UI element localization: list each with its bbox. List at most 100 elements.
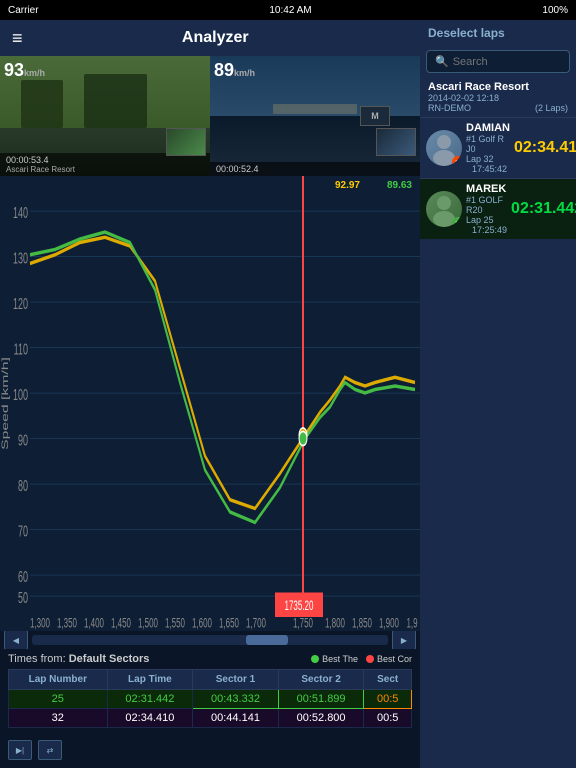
cell-lap-32: 32 bbox=[9, 709, 108, 728]
svg-text:110: 110 bbox=[14, 340, 28, 358]
svg-text:1,850: 1,850 bbox=[352, 616, 372, 631]
video-left[interactable]: 93km/h 00:00:53.4 Ascari Race Resort bbox=[0, 56, 210, 176]
times-from-label: Times from: bbox=[8, 653, 66, 665]
svg-text:120: 120 bbox=[13, 294, 28, 312]
cell-s3-25: 00:5 bbox=[364, 690, 412, 709]
scrollbar-area[interactable]: ◀ ▶ bbox=[0, 631, 420, 649]
sector-area: Times from: Default Sectors Best The Bes… bbox=[0, 649, 420, 732]
search-box[interactable]: 🔍 bbox=[426, 50, 570, 73]
svg-text:1,900: 1,900 bbox=[379, 616, 399, 631]
brand-logo: M bbox=[360, 106, 390, 126]
play-badge-damian: ▶ bbox=[452, 156, 462, 166]
svg-text:1,350: 1,350 bbox=[57, 616, 77, 631]
driver-detail2-damian: Lap 32 17:45:42 bbox=[466, 154, 510, 174]
col-lap: Lap Number bbox=[9, 670, 108, 690]
col-s2: Sector 2 bbox=[278, 670, 364, 690]
chart-area[interactable]: 92.97 89.63 140 130 120 11 bbox=[0, 176, 420, 631]
sync-btn[interactable]: ⇄ bbox=[38, 740, 62, 760]
cell-laptime-32: 02:34.410 bbox=[107, 709, 193, 728]
legend-best: Best The bbox=[311, 654, 358, 664]
svg-text:1,700: 1,700 bbox=[246, 616, 266, 631]
video-right-lap: 00:00:52.4 bbox=[216, 164, 259, 174]
deselect-laps-label[interactable]: Deselect laps bbox=[420, 20, 576, 46]
svg-text:1,550: 1,550 bbox=[165, 616, 185, 631]
search-input[interactable] bbox=[453, 56, 561, 68]
track-laps: (2 Laps) bbox=[535, 103, 568, 113]
driver-detail1-damian: #1 Golf R J0 bbox=[466, 134, 510, 154]
svg-text:Speed [km/h]: Speed [km/h] bbox=[0, 357, 10, 450]
svg-text:1,500: 1,500 bbox=[138, 616, 158, 631]
svg-text:140: 140 bbox=[13, 203, 28, 221]
avatar-marek: ▶ bbox=[426, 191, 462, 227]
video-right-speed: 89km/h bbox=[214, 60, 255, 81]
play-btn[interactable]: ▶| bbox=[8, 740, 32, 760]
svg-text:90: 90 bbox=[18, 431, 28, 449]
cell-s1-32: 00:44.141 bbox=[193, 709, 279, 728]
cell-s3-32: 00:5 bbox=[364, 709, 412, 728]
legend-best-dot bbox=[311, 655, 319, 663]
legend-comp: Best Cor bbox=[366, 654, 412, 664]
cell-s2-25: 00:51.899 bbox=[278, 690, 364, 709]
play-badge-marek: ▶ bbox=[452, 217, 462, 227]
driver-info-damian: DAMIAN #1 Golf R J0 Lap 32 17:45:42 bbox=[466, 122, 510, 174]
svg-text:130: 130 bbox=[13, 249, 28, 267]
col-laptime: Lap Time bbox=[107, 670, 193, 690]
speed-chart: 140 130 120 110 100 90 80 70 60 50 Speed… bbox=[0, 176, 420, 631]
battery-text: 100% bbox=[542, 5, 568, 16]
driver-info-marek: MAREK #1 GOLF R20 Lap 25 17:25:49 bbox=[466, 183, 507, 235]
chart-value-green: 89.63 bbox=[387, 180, 412, 191]
svg-text:1,650: 1,650 bbox=[219, 616, 239, 631]
sector-header: Times from: Default Sectors Best The Bes… bbox=[8, 653, 412, 665]
track-date: 2014-02-02 12:18 bbox=[428, 93, 499, 103]
svg-text:1,800: 1,800 bbox=[325, 616, 345, 631]
scroll-track[interactable] bbox=[32, 635, 388, 645]
app-header: ≡ Analyzer bbox=[0, 20, 420, 56]
search-icon: 🔍 bbox=[435, 55, 449, 68]
driver-detail1-marek: #1 GOLF R20 bbox=[466, 195, 507, 215]
legend-comp-dot bbox=[366, 655, 374, 663]
driver-time-marek: 02:31.442 bbox=[511, 200, 576, 218]
sector-table: Lap Number Lap Time Sector 1 Sector 2 Se… bbox=[8, 669, 412, 728]
avatar-damian: ▶ bbox=[426, 130, 462, 166]
svg-text:80: 80 bbox=[18, 476, 28, 494]
scroll-right-btn[interactable]: ▶ bbox=[392, 630, 416, 650]
col-s3: Sect bbox=[364, 670, 412, 690]
svg-text:60: 60 bbox=[18, 567, 28, 585]
video-left-track: Ascari Race Resort bbox=[6, 165, 75, 174]
col-s1: Sector 1 bbox=[193, 670, 279, 690]
svg-text:1,750: 1,750 bbox=[293, 616, 313, 631]
app-title: Analyzer bbox=[23, 29, 408, 47]
menu-icon[interactable]: ≡ bbox=[12, 28, 23, 49]
track-date-row: 2014-02-02 12:18 bbox=[428, 93, 568, 103]
driver-detail2-marek: Lap 25 17:25:49 bbox=[466, 215, 507, 235]
driver-name-marek: MAREK bbox=[466, 183, 507, 195]
driver-name-damian: DAMIAN bbox=[466, 122, 510, 134]
right-sidebar: Deselect laps 🔍 Ascari Race Resort 2014-… bbox=[420, 20, 576, 768]
driver-card-marek[interactable]: ▶ MAREK #1 GOLF R20 Lap 25 17:25:49 02:3… bbox=[420, 178, 576, 239]
track-name: Ascari Race Resort bbox=[428, 81, 568, 93]
left-panel: ≡ Analyzer 93km/h 00:00:53.4 bbox=[0, 20, 420, 768]
bottom-toolbar: ▶| ⇄ bbox=[0, 732, 420, 768]
table-row: 25 02:31.442 00:43.332 00:51.899 00:5 bbox=[9, 690, 412, 709]
track-demo: RN-DEMO bbox=[428, 103, 471, 113]
svg-text:50: 50 bbox=[18, 588, 28, 606]
driver-card-damian[interactable]: ▶ DAMIAN #1 Golf R J0 Lap 32 17:45:42 02… bbox=[420, 117, 576, 178]
track-demo-row: RN-DEMO (2 Laps) bbox=[428, 103, 568, 113]
sector-name-bold: Default Sectors bbox=[69, 653, 150, 665]
scroll-left-btn[interactable]: ◀ bbox=[4, 630, 28, 650]
video-right[interactable]: 89km/h M 00:00:52.4 bbox=[210, 56, 420, 176]
svg-text:1,9: 1,9 bbox=[406, 616, 417, 631]
svg-text:100: 100 bbox=[13, 385, 28, 403]
svg-text:1,450: 1,450 bbox=[111, 616, 131, 631]
svg-text:1,300: 1,300 bbox=[30, 616, 50, 631]
video-right-overlay: 00:00:52.4 bbox=[210, 162, 420, 176]
cell-s2-32: 00:52.800 bbox=[278, 709, 364, 728]
scroll-thumb[interactable] bbox=[246, 635, 289, 645]
video-row: 93km/h 00:00:53.4 Ascari Race Resort bbox=[0, 56, 420, 176]
video-left-overlay: 00:00:53.4 Ascari Race Resort bbox=[0, 153, 210, 176]
video-right-thumb bbox=[376, 128, 416, 156]
video-left-thumb bbox=[166, 128, 206, 156]
table-row: 32 02:34.410 00:44.141 00:52.800 00:5 bbox=[9, 709, 412, 728]
carrier-text: Carrier bbox=[8, 5, 39, 16]
main-container: ≡ Analyzer 93km/h 00:00:53.4 bbox=[0, 20, 576, 768]
